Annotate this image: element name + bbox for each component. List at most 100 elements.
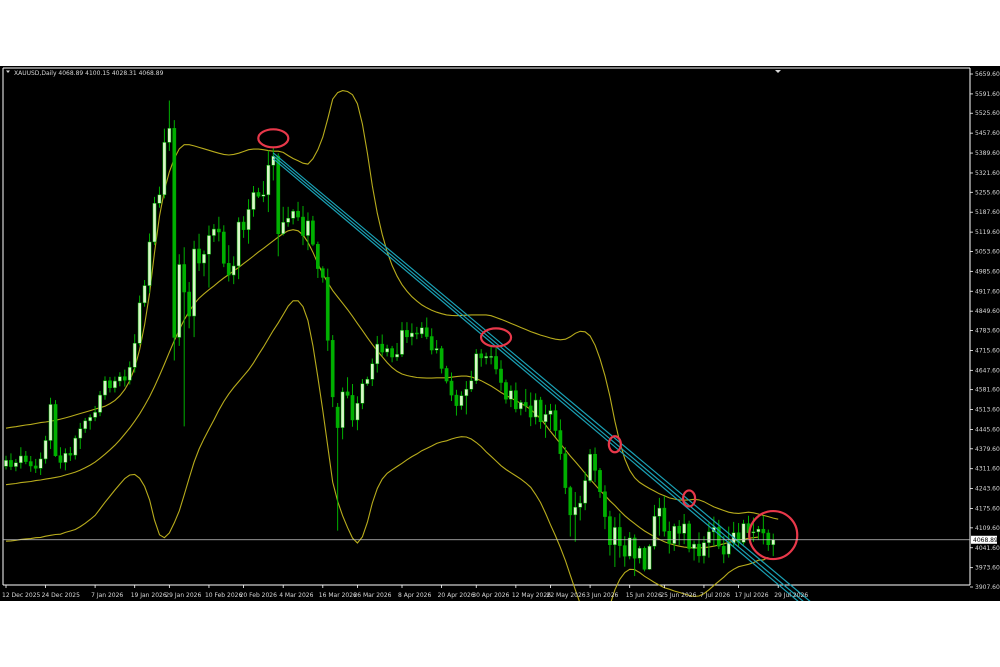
candle-body <box>726 542 731 555</box>
candle <box>28 455 33 472</box>
candle-body <box>261 194 266 197</box>
candle-body <box>573 506 578 516</box>
candle-body <box>266 164 271 196</box>
candle-body <box>504 382 508 400</box>
candle-body <box>672 526 677 544</box>
candle <box>390 345 394 363</box>
bollinger-bands <box>5 90 779 601</box>
candle <box>296 201 300 221</box>
candle-body <box>533 399 538 418</box>
candle-body <box>444 368 449 382</box>
candle <box>637 546 642 564</box>
candle <box>464 381 469 415</box>
highlight-circle <box>681 489 697 508</box>
candle <box>316 241 320 278</box>
candle <box>360 378 365 410</box>
candle-body <box>231 265 236 276</box>
candle <box>157 186 162 208</box>
candle-body <box>281 222 286 235</box>
candle-body <box>19 455 23 463</box>
candle-body <box>459 395 464 406</box>
shift-marker-icon[interactable] <box>775 70 781 73</box>
candle-body <box>127 367 132 381</box>
candle <box>98 390 102 417</box>
candle-body <box>598 470 602 492</box>
candle <box>434 340 439 354</box>
candle <box>400 322 404 358</box>
candle-body <box>523 402 528 407</box>
candle-body <box>613 527 617 545</box>
candle <box>286 206 290 227</box>
x-tick-label: 26 Mar 2026 <box>353 592 391 599</box>
y-tick-label: 5321.60 <box>975 170 1000 177</box>
x-tick-label: 8 Apr 2026 <box>398 592 431 599</box>
candle-body <box>667 530 672 544</box>
y-tick-label: 4917.60 <box>975 288 1000 295</box>
candle <box>736 523 741 548</box>
candle-body <box>548 410 553 415</box>
x-tick-label: 7 Jan 2026 <box>91 592 123 599</box>
candle <box>281 206 286 236</box>
price-chart: 4068.89 5659.60 5591.60 5525.60 5457.60 5389… <box>2 67 1000 601</box>
candle <box>197 233 201 271</box>
candle <box>608 510 612 556</box>
x-tick-label: 4 Mar 2026 <box>279 592 313 599</box>
candle-body <box>23 455 28 462</box>
candle <box>687 520 691 553</box>
x-tick-label: 3 Jun 2026 <box>586 592 618 599</box>
candle-body <box>236 221 241 267</box>
candle <box>182 247 187 427</box>
x-tick-label: 22 May 2026 <box>547 592 586 599</box>
candle-body <box>132 343 137 368</box>
candle <box>137 295 142 346</box>
symbol-header: XAUUSD,Daily 4068.89 4100.15 4028.31 406… <box>14 70 164 77</box>
candle-body <box>78 428 83 439</box>
candle-body <box>172 128 177 338</box>
candle-body <box>558 430 563 454</box>
y-tick-label: 4581.60 <box>975 387 1000 394</box>
y-tick-label: 3907.60 <box>975 584 1000 591</box>
candle-body <box>514 390 518 410</box>
candle <box>410 323 414 346</box>
candle <box>766 529 771 551</box>
candle-body <box>494 356 498 370</box>
candle-body <box>325 277 330 341</box>
candle-body <box>756 528 761 533</box>
candle <box>509 385 513 408</box>
candle-body <box>429 336 434 351</box>
candle-body <box>439 348 444 369</box>
y-tick-label: 3973.60 <box>975 565 1000 572</box>
y-tick-label: 4985.60 <box>975 268 1000 275</box>
highlight-circles <box>257 128 799 561</box>
candle <box>207 225 211 288</box>
candle <box>172 120 177 361</box>
candle-body <box>424 327 429 337</box>
candle <box>63 448 68 471</box>
candle <box>548 403 553 430</box>
candle <box>429 328 434 355</box>
candle-body <box>162 142 167 196</box>
candle <box>518 400 523 416</box>
candle-body <box>370 363 375 380</box>
candle-body <box>340 391 345 428</box>
x-tick-label: 29 Jul 2026 <box>774 592 808 599</box>
candle-body <box>108 380 112 389</box>
candle <box>573 492 578 542</box>
candle-body <box>365 379 370 384</box>
candles <box>4 100 776 577</box>
candle-body <box>687 523 691 549</box>
candle-body <box>464 388 469 396</box>
candle-body <box>122 376 127 381</box>
candle <box>236 217 241 280</box>
candle <box>33 458 38 473</box>
y-tick-label: 4647.60 <box>975 367 1000 374</box>
candle <box>192 240 196 338</box>
candle-body <box>603 491 607 517</box>
candle-body <box>296 210 300 218</box>
candle <box>603 485 607 530</box>
current-price-label: 4068.89 <box>973 537 998 544</box>
candle <box>88 414 93 430</box>
y-tick-label: 4379.60 <box>975 446 1000 453</box>
header-dropdown-icon[interactable] <box>6 70 10 74</box>
bollinger-upper <box>5 90 779 520</box>
